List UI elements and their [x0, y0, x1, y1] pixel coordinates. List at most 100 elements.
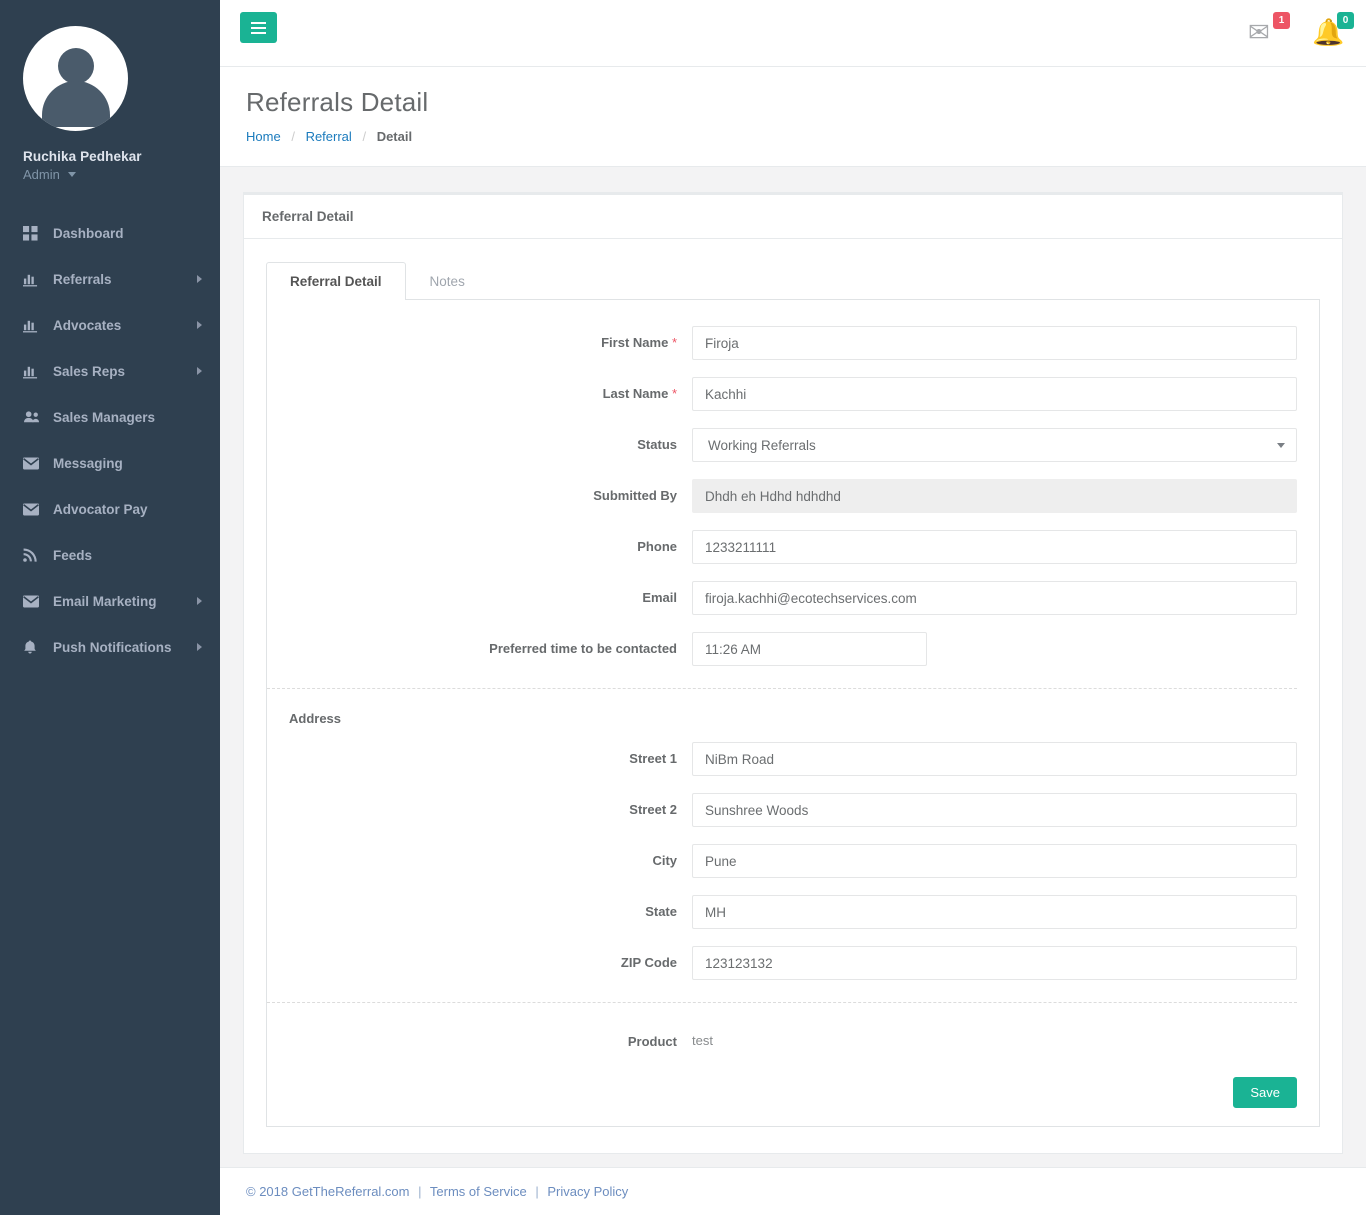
sidebar-item-push-notifications[interactable]: Push Notifications: [0, 624, 220, 670]
sidebar-item-label: Sales Managers: [53, 409, 156, 425]
avatar-wrapper: [0, 26, 220, 131]
label-text: First Name: [601, 335, 669, 350]
footer-terms-link[interactable]: Terms of Service: [430, 1184, 527, 1199]
zip-input[interactable]: [692, 946, 1297, 980]
envelope-icon: [23, 503, 45, 516]
field-row-state: State: [267, 895, 1319, 929]
footer-privacy-link[interactable]: Privacy Policy: [547, 1184, 628, 1199]
page-title: Referrals Detail: [246, 87, 429, 117]
submitted-by-input: [692, 479, 1297, 513]
footer-separator: |: [418, 1184, 422, 1199]
field-row-zip: ZIP Code: [267, 946, 1319, 980]
field-row-city: City: [267, 844, 1319, 878]
sidebar-item-dashboard[interactable]: Dashboard: [0, 210, 220, 256]
messages-button[interactable]: ✉ 1: [1248, 10, 1290, 54]
sidebar-item-advocator-pay[interactable]: Advocator Pay: [0, 486, 220, 532]
topbar: ✉ 1 🔔 0: [220, 0, 1366, 67]
field-row-submitted-by: Submitted By: [267, 479, 1319, 513]
zip-label: ZIP Code: [620, 955, 677, 970]
grid-icon: [23, 225, 45, 241]
tab-referral-detail[interactable]: Referral Detail: [266, 262, 406, 300]
bar-chart-icon: [23, 272, 45, 287]
field-row-phone: Phone: [267, 530, 1319, 564]
divider: [267, 688, 1297, 689]
user-avatar-icon[interactable]: [23, 26, 128, 131]
city-label: City: [652, 853, 677, 868]
sidebar-item-email-marketing[interactable]: Email Marketing: [0, 578, 220, 624]
chevron-right-icon: [197, 643, 202, 651]
avatar-head-shape: [57, 48, 94, 84]
breadcrumb-home[interactable]: Home: [246, 129, 281, 144]
field-row-status: Status: [267, 428, 1319, 462]
zip-control: [692, 946, 1319, 980]
email-input[interactable]: [692, 581, 1297, 615]
status-select[interactable]: [692, 428, 1297, 462]
envelope-icon: [23, 457, 45, 470]
rss-icon: [23, 548, 45, 562]
phone-input[interactable]: [692, 530, 1297, 564]
field-row-product: Product test: [267, 1025, 1319, 1052]
envelope-icon: [23, 595, 45, 608]
bar-chart-icon: [23, 318, 45, 333]
bell-icon: [23, 639, 45, 655]
tab-notes[interactable]: Notes: [406, 262, 489, 300]
sidebar-item-label: Push Notifications: [53, 639, 172, 655]
sidebar-item-label: Feeds: [53, 547, 93, 563]
page-header: Referrals Detail Home / Referral / Detai…: [220, 67, 1366, 167]
status-label: Status: [637, 437, 677, 452]
street1-label: Street 1: [629, 751, 677, 766]
last-name-label: Last Name *: [267, 377, 692, 404]
panel-body: Referral Detail Notes First Name * Firoj…: [244, 239, 1342, 1153]
last-name-input[interactable]: [692, 377, 1297, 411]
sidebar-item-feeds[interactable]: Feeds: [0, 532, 220, 578]
sidebar-item-sales-managers[interactable]: Sales Managers: [0, 394, 220, 440]
street1-input[interactable]: [692, 742, 1297, 776]
footer-separator: |: [535, 1184, 539, 1199]
label-text: Last Name: [602, 386, 669, 401]
tab-list: Referral Detail Notes: [266, 261, 1320, 300]
preferred-time-label: Preferred time to be contacted: [489, 641, 677, 656]
field-row-email: Email: [267, 581, 1319, 615]
sidebar-item-label: Advocates: [53, 317, 122, 333]
field-row-street2: Street 2: [267, 793, 1319, 827]
phone-label: Phone: [637, 539, 677, 554]
sidebar-item-messaging[interactable]: Messaging: [0, 440, 220, 486]
notifications-button[interactable]: 🔔 0: [1312, 10, 1354, 54]
field-row-preferred-time: Preferred time to be contacted: [267, 632, 1319, 666]
state-input[interactable]: [692, 895, 1297, 929]
tab-pane-referral-detail: First Name * Last Name *: [266, 300, 1320, 1127]
hamburger-icon[interactable]: [240, 12, 277, 43]
hamburger-bars: [251, 19, 266, 37]
street2-control: [692, 793, 1319, 827]
sidebar-item-referrals[interactable]: Referrals: [0, 256, 220, 302]
users-icon: [23, 410, 45, 425]
field-row-first-name: First Name *: [267, 326, 1319, 360]
first-name-control: [692, 326, 1319, 360]
first-name-input[interactable]: [692, 326, 1297, 360]
profile-role-label: Admin: [23, 167, 60, 182]
email-control: [692, 581, 1319, 615]
sidebar-item-label: Email Marketing: [53, 593, 157, 609]
required-asterisk: *: [671, 386, 677, 401]
footer-copyright: © 2018 GetTheReferral.com: [246, 1184, 410, 1199]
required-asterisk: *: [671, 335, 677, 350]
first-name-label: First Name *: [267, 326, 692, 353]
breadcrumb-referral[interactable]: Referral: [306, 129, 352, 144]
sidebar-item-label: Dashboard: [53, 225, 124, 241]
sidebar-item-label: Referrals: [53, 271, 112, 287]
preferred-time-input[interactable]: [692, 632, 927, 666]
save-button[interactable]: Save: [1233, 1076, 1297, 1108]
product-control: test: [692, 1025, 1319, 1048]
breadcrumb-current: Detail: [376, 129, 413, 144]
breadcrumb: Home / Referral / Detail: [246, 129, 1340, 144]
tab-label: Referral Detail: [290, 274, 382, 289]
content-wrapper: Referral Detail Referral Detail Notes Fi…: [220, 167, 1366, 1154]
status-select-wrapper: [692, 428, 1297, 462]
sidebar-item-advocates[interactable]: Advocates: [0, 302, 220, 348]
sidebar-item-label: Advocator Pay: [53, 501, 148, 517]
sidebar-item-sales-reps[interactable]: Sales Reps: [0, 348, 220, 394]
preferred-time-control: [692, 632, 1319, 666]
street2-input[interactable]: [692, 793, 1297, 827]
city-input[interactable]: [692, 844, 1297, 878]
profile-role[interactable]: Admin: [23, 167, 220, 182]
